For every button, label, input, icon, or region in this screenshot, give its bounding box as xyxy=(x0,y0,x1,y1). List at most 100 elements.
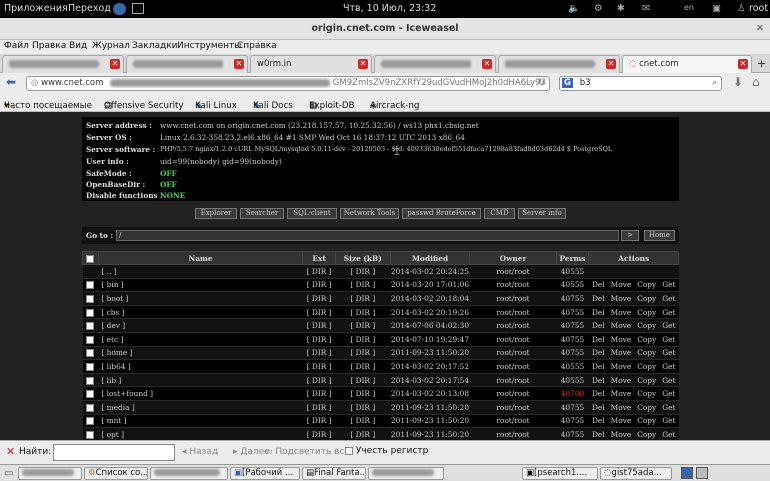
server-info-button[interactable]: Server info xyxy=(518,208,566,219)
search-engine-icon[interactable]: G xyxy=(562,78,573,88)
download-icon[interactable]: ⬇ xyxy=(733,75,743,89)
action-get-link[interactable]: Get xyxy=(662,403,675,412)
action-del-link[interactable]: Del xyxy=(592,389,605,398)
action-copy-link[interactable]: Copy xyxy=(637,335,656,344)
column-modified-header[interactable]: Modified xyxy=(389,251,471,265)
action-get-link[interactable]: Get xyxy=(662,321,675,330)
file-name[interactable]: [ dev ] xyxy=(98,318,303,333)
file-perms[interactable]: 40555 xyxy=(556,277,589,292)
home-button[interactable]: Home xyxy=(644,230,675,241)
action-copy-link[interactable]: Copy xyxy=(637,389,656,398)
goto-path-input[interactable]: / xyxy=(116,230,619,241)
file-perms[interactable]: 40755 xyxy=(556,318,589,333)
row-checkbox[interactable] xyxy=(86,294,95,303)
action-del-link[interactable]: Del xyxy=(592,280,605,289)
taskbar-item-6[interactable] xyxy=(368,467,444,480)
menu-help[interactable]: Справка xyxy=(237,41,277,51)
column-size-header[interactable]: Size (kB) xyxy=(335,251,391,265)
network-icon[interactable]: ⚙ xyxy=(594,3,603,14)
action-del-link[interactable]: Del xyxy=(592,376,605,385)
speaker-icon[interactable]: 🔈 xyxy=(568,3,580,14)
goto-go-button[interactable]: > xyxy=(621,230,639,241)
menu-edit[interactable]: Правка xyxy=(32,41,66,51)
menu-tools[interactable]: Инструменты xyxy=(177,41,241,51)
action-get-link[interactable]: Get xyxy=(662,376,675,385)
action-del-link[interactable]: Del xyxy=(592,308,605,317)
find-input[interactable] xyxy=(53,444,175,461)
file-name[interactable]: [ lib64 ] xyxy=(98,359,303,374)
show-desktop-icon[interactable]: ▭ xyxy=(4,468,13,479)
sql-client-button[interactable]: SQL-client xyxy=(287,208,337,219)
menu-bookmarks[interactable]: Закладки xyxy=(132,41,178,51)
network-tools-button[interactable]: Network Tools xyxy=(340,208,399,219)
tab-4[interactable]: ✕ xyxy=(374,55,496,73)
column-owner-header[interactable]: Owner xyxy=(469,251,557,265)
menu-view[interactable]: Вид xyxy=(69,41,87,51)
action-copy-link[interactable]: Copy xyxy=(637,321,656,330)
action-copy-link[interactable]: Copy xyxy=(637,308,656,317)
passwd-bruteforce-button[interactable]: passwd BruteForce xyxy=(402,208,481,219)
action-get-link[interactable]: Get xyxy=(662,335,675,344)
file-name[interactable]: [ media ] xyxy=(98,399,303,415)
workspace-switcher-icon[interactable] xyxy=(696,467,708,479)
action-move-link[interactable]: Move xyxy=(611,348,632,357)
row-checkbox[interactable] xyxy=(86,335,95,344)
select-all-checkbox[interactable] xyxy=(86,254,95,263)
file-perms[interactable]: 40555 xyxy=(556,372,589,387)
row-checkbox[interactable] xyxy=(86,308,95,317)
action-del-link[interactable]: Del xyxy=(592,416,605,425)
action-copy-link[interactable]: Copy xyxy=(637,430,656,439)
bookmark-star-icon[interactable]: ☆ xyxy=(523,77,531,90)
action-move-link[interactable]: Move xyxy=(611,389,632,398)
action-copy-link[interactable]: Copy xyxy=(637,362,656,371)
chat-icon[interactable]: ▣ xyxy=(712,3,721,14)
close-tab-icon[interactable]: ✕ xyxy=(738,59,748,69)
file-name[interactable]: [ home ] xyxy=(98,345,303,360)
file-name[interactable]: [ boot ] xyxy=(98,291,303,306)
close-window-icon[interactable]: ✕ xyxy=(756,18,764,40)
bluetooth-icon[interactable]: ✱ xyxy=(617,3,625,14)
close-tab-icon[interactable]: ✕ xyxy=(110,59,120,69)
file-name[interactable]: [ bin ] xyxy=(98,277,303,292)
match-case-checkbox[interactable]: Учесть регистр xyxy=(345,446,428,456)
file-perms[interactable]: 40755 xyxy=(556,331,589,347)
action-del-link[interactable]: Del xyxy=(592,321,605,330)
action-copy-link[interactable]: Copy xyxy=(637,403,656,412)
menu-history[interactable]: Журнал xyxy=(92,41,130,51)
file-perms[interactable]: 40700 xyxy=(556,386,589,401)
places-menu[interactable]: Переход xyxy=(68,3,111,14)
action-get-link[interactable]: Get xyxy=(662,416,675,425)
tab-2[interactable]: ✕ xyxy=(126,55,248,73)
menu-file[interactable]: Файл xyxy=(4,41,29,51)
row-checkbox[interactable] xyxy=(86,349,95,358)
file-name[interactable]: [ .. ] xyxy=(98,264,303,279)
tab-3[interactable]: w0rm.in ✕ xyxy=(250,55,372,73)
action-copy-link[interactable]: Copy xyxy=(637,376,656,385)
close-tab-icon[interactable]: ✕ xyxy=(606,59,616,69)
cmd-button[interactable]: CMD xyxy=(484,208,515,219)
site-identity-icon[interactable]: ◎ xyxy=(31,78,38,88)
action-get-link[interactable]: Get xyxy=(662,430,675,439)
search-box[interactable]: G b3 ⌕ xyxy=(559,76,722,91)
row-checkbox[interactable] xyxy=(86,376,95,385)
mail-icon[interactable]: ✉ xyxy=(642,3,650,14)
row-checkbox[interactable] xyxy=(86,362,95,371)
taskbar-item-7[interactable]: ▣[psearch1.... xyxy=(522,467,598,480)
column-perms-header[interactable]: Perms xyxy=(555,251,590,265)
row-checkbox[interactable] xyxy=(86,417,95,426)
reload-icon[interactable]: ↻ xyxy=(538,77,545,90)
row-checkbox[interactable] xyxy=(86,403,95,412)
action-move-link[interactable]: Move xyxy=(611,294,632,303)
file-perms[interactable]: 40755 xyxy=(556,413,589,428)
action-get-link[interactable]: Get xyxy=(662,308,675,317)
highlight-all-button[interactable]: ▭ Подсветить все xyxy=(264,447,350,457)
browser-launcher-icon[interactable] xyxy=(113,3,126,15)
action-move-link[interactable]: Move xyxy=(611,280,632,289)
keyboard-layout[interactable]: en xyxy=(684,3,694,12)
terminal-launcher-icon[interactable] xyxy=(132,3,144,14)
applications-menu[interactable]: Приложения xyxy=(4,3,68,14)
action-copy-link[interactable]: Copy xyxy=(637,348,656,357)
action-move-link[interactable]: Move xyxy=(611,376,632,385)
action-move-link[interactable]: Move xyxy=(611,403,632,412)
action-del-link[interactable]: Del xyxy=(592,430,605,439)
